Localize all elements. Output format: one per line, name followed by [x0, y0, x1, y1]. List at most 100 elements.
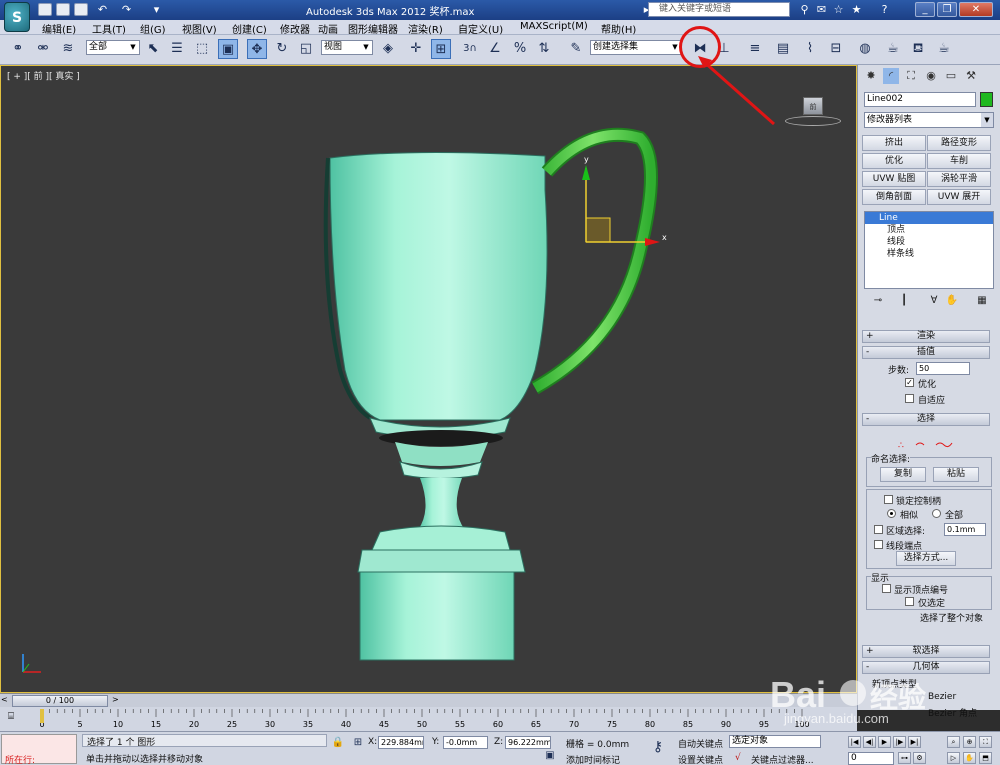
menu-help[interactable]: 帮助(H) — [601, 21, 636, 36]
mod-btn-extrude[interactable]: 挤出 — [862, 135, 926, 151]
similar-radio[interactable] — [887, 509, 896, 518]
remove-modifier-icon[interactable]: ✋ — [944, 293, 960, 309]
menu-create[interactable]: 创建(C) — [232, 21, 267, 36]
goto-start-icon[interactable]: |◀ — [848, 736, 861, 748]
track-ruler[interactable]: 0 5 10 15 20 25 30 35 40 45 50 55 60 65 70 75 80 85 90 95 10… — [40, 709, 830, 729]
select-scale-icon[interactable]: ◱ — [296, 39, 316, 59]
mod-btn-lathe[interactable]: 车削 — [927, 153, 991, 169]
motion-tab-icon[interactable]: ◉ — [923, 68, 939, 84]
help-search-input[interactable]: 键入关键字或短语 — [648, 2, 790, 17]
render-icon[interactable]: ☕ — [934, 39, 954, 59]
pin-stack-icon[interactable]: ⊸ — [870, 293, 886, 309]
hierarchy-tab-icon[interactable]: ⛶ — [903, 68, 919, 84]
object-color-swatch[interactable] — [980, 92, 993, 107]
select-by-name-icon[interactable]: ☰ — [167, 39, 187, 59]
subscription-icon[interactable]: ✉ — [815, 3, 828, 16]
select-move-icon[interactable]: ✥ — [247, 39, 267, 59]
save-file-icon[interactable] — [74, 3, 88, 16]
binoculars-icon[interactable]: ⚲ — [798, 3, 811, 16]
selection-filter-select[interactable]: 全部 ▼ — [86, 40, 140, 55]
steps-spinner[interactable]: 50 — [916, 362, 970, 375]
selected-only-checkbox[interactable] — [905, 597, 914, 606]
copy-button[interactable]: 复制 — [880, 467, 926, 482]
key-mode-toggle-icon[interactable]: ⊶ — [898, 752, 911, 764]
mod-btn-bevel-profile[interactable]: 倒角剖面 — [862, 189, 926, 205]
pan-icon[interactable]: ✋ — [963, 752, 976, 764]
time-config-icon[interactable]: ⚙ — [913, 752, 926, 764]
select-manipulate-icon[interactable]: ✛ — [406, 39, 426, 59]
spinner-snap-icon[interactable]: ⇅ — [534, 39, 554, 59]
maxscript-mini-listener[interactable]: 所在行: — [1, 734, 77, 765]
menu-maxscript[interactable]: MAXScript(M) — [520, 21, 588, 32]
mod-btn-optimize[interactable]: 优化 — [862, 153, 926, 169]
select-object-icon[interactable]: ⬉ — [143, 39, 163, 59]
menu-group[interactable]: 组(G) — [140, 21, 166, 36]
create-tab-icon[interactable]: ✸ — [863, 68, 879, 84]
render-setup-icon[interactable]: ☕ — [883, 39, 903, 59]
select-by-button[interactable]: 选择方式... — [896, 551, 956, 566]
set-key-icon[interactable]: ⚷ — [648, 737, 668, 757]
stack-item-spline[interactable]: 样条线 — [865, 248, 993, 260]
mini-curve-editor-icon[interactable]: ⌸ — [8, 711, 26, 725]
app-logo-icon[interactable]: S — [4, 2, 30, 32]
unlink-icon[interactable]: ⚮ — [33, 39, 53, 59]
object-name-field[interactable]: Line002 — [864, 92, 976, 107]
viewport-label[interactable]: [ + ][ 前 ][ 真实 ] — [7, 69, 80, 82]
utilities-tab-icon[interactable]: ⚒ — [963, 68, 979, 84]
open-file-icon[interactable] — [56, 3, 70, 16]
add-time-tag[interactable]: 添加时间标记 — [566, 753, 620, 765]
show-end-result-icon[interactable]: ┃ — [896, 293, 912, 309]
subobject-level-icons[interactable]: ∴ — [898, 439, 956, 449]
display-tab-icon[interactable]: ▭ — [943, 68, 959, 84]
curve-editor-icon[interactable]: ⌇ — [800, 39, 820, 59]
angle-snap-icon[interactable]: ∠ — [485, 39, 505, 59]
mod-btn-turbosmooth[interactable]: 涡轮平滑 — [927, 171, 991, 187]
schematic-view-icon[interactable]: ⊟ — [826, 39, 846, 59]
close-button[interactable]: ✕ — [959, 2, 993, 17]
fov-icon[interactable]: ▷ — [947, 752, 960, 764]
ref-coord-select[interactable]: 视图 ▼ — [321, 40, 373, 55]
y-coordinate-field[interactable]: -0.0mm — [443, 736, 488, 749]
set-key-button[interactable]: 设置关键点 — [678, 753, 723, 765]
rollout-selection[interactable]: - 选择 — [862, 413, 990, 426]
time-slider[interactable]: < 0 / 100 > — [0, 693, 857, 707]
zoom-icon[interactable]: ⌕ — [947, 736, 960, 748]
modify-tab-icon[interactable]: ◜ — [883, 68, 899, 84]
zoom-all-icon[interactable]: ⊕ — [963, 736, 976, 748]
next-key-icon[interactable]: |▶ — [893, 736, 906, 748]
pivot-center-icon[interactable]: ◈ — [378, 39, 398, 59]
modifier-list-select[interactable]: 修改器列表 ▼ — [864, 112, 994, 128]
menu-animation[interactable]: 动画 — [318, 21, 338, 36]
mod-btn-uvw-map[interactable]: UVW 贴图 — [862, 171, 926, 187]
stack-item-segment[interactable]: 线段 — [865, 236, 993, 248]
show-vertex-numbers-checkbox[interactable] — [882, 584, 891, 593]
prev-frame-icon[interactable]: < — [1, 695, 8, 704]
rect-selection-icon[interactable]: ⬚ — [192, 39, 212, 59]
auto-key-button[interactable]: 自动关键点 — [678, 737, 723, 750]
segment-end-checkbox[interactable] — [874, 540, 883, 549]
select-rotate-icon[interactable]: ↻ — [272, 39, 292, 59]
rollout-interpolation[interactable]: - 插值 — [862, 346, 990, 359]
communication-icon[interactable]: ☆ — [832, 3, 845, 16]
menu-customize[interactable]: 自定义(U) — [458, 21, 503, 36]
goto-end-icon[interactable]: ▶| — [908, 736, 921, 748]
x-coordinate-field[interactable]: 229.884mm — [378, 736, 424, 749]
play-icon[interactable]: ▶ — [878, 736, 891, 748]
material-editor-icon[interactable]: ◍ — [855, 39, 875, 59]
key-filters-button[interactable]: 关键点过滤器... — [751, 753, 814, 765]
rollout-render[interactable]: + 渲染 — [862, 330, 990, 343]
menu-graph-editors[interactable]: 图形编辑器 — [348, 21, 398, 36]
all-radio[interactable] — [932, 509, 941, 518]
configure-sets-icon[interactable]: ▦ — [974, 293, 990, 309]
make-unique-icon[interactable]: ∀ — [926, 293, 942, 309]
time-tag-icon[interactable]: ▣ — [540, 746, 560, 765]
lock-handles-checkbox[interactable] — [884, 495, 893, 504]
optimize-checkbox[interactable]: ✓ — [905, 378, 914, 387]
area-selection-spinner[interactable]: 0.1mm — [944, 523, 986, 536]
quick-access-dropdown-icon[interactable]: ▾ — [150, 3, 163, 16]
restore-button[interactable]: ❐ — [937, 2, 957, 17]
bind-space-warp-icon[interactable]: ≋ — [58, 39, 78, 59]
mod-btn-uvw-unwrap[interactable]: UVW 展开 — [927, 189, 991, 205]
viewcube[interactable]: 前 — [803, 97, 823, 115]
absolute-mode-icon[interactable]: ⊞ — [348, 733, 368, 753]
